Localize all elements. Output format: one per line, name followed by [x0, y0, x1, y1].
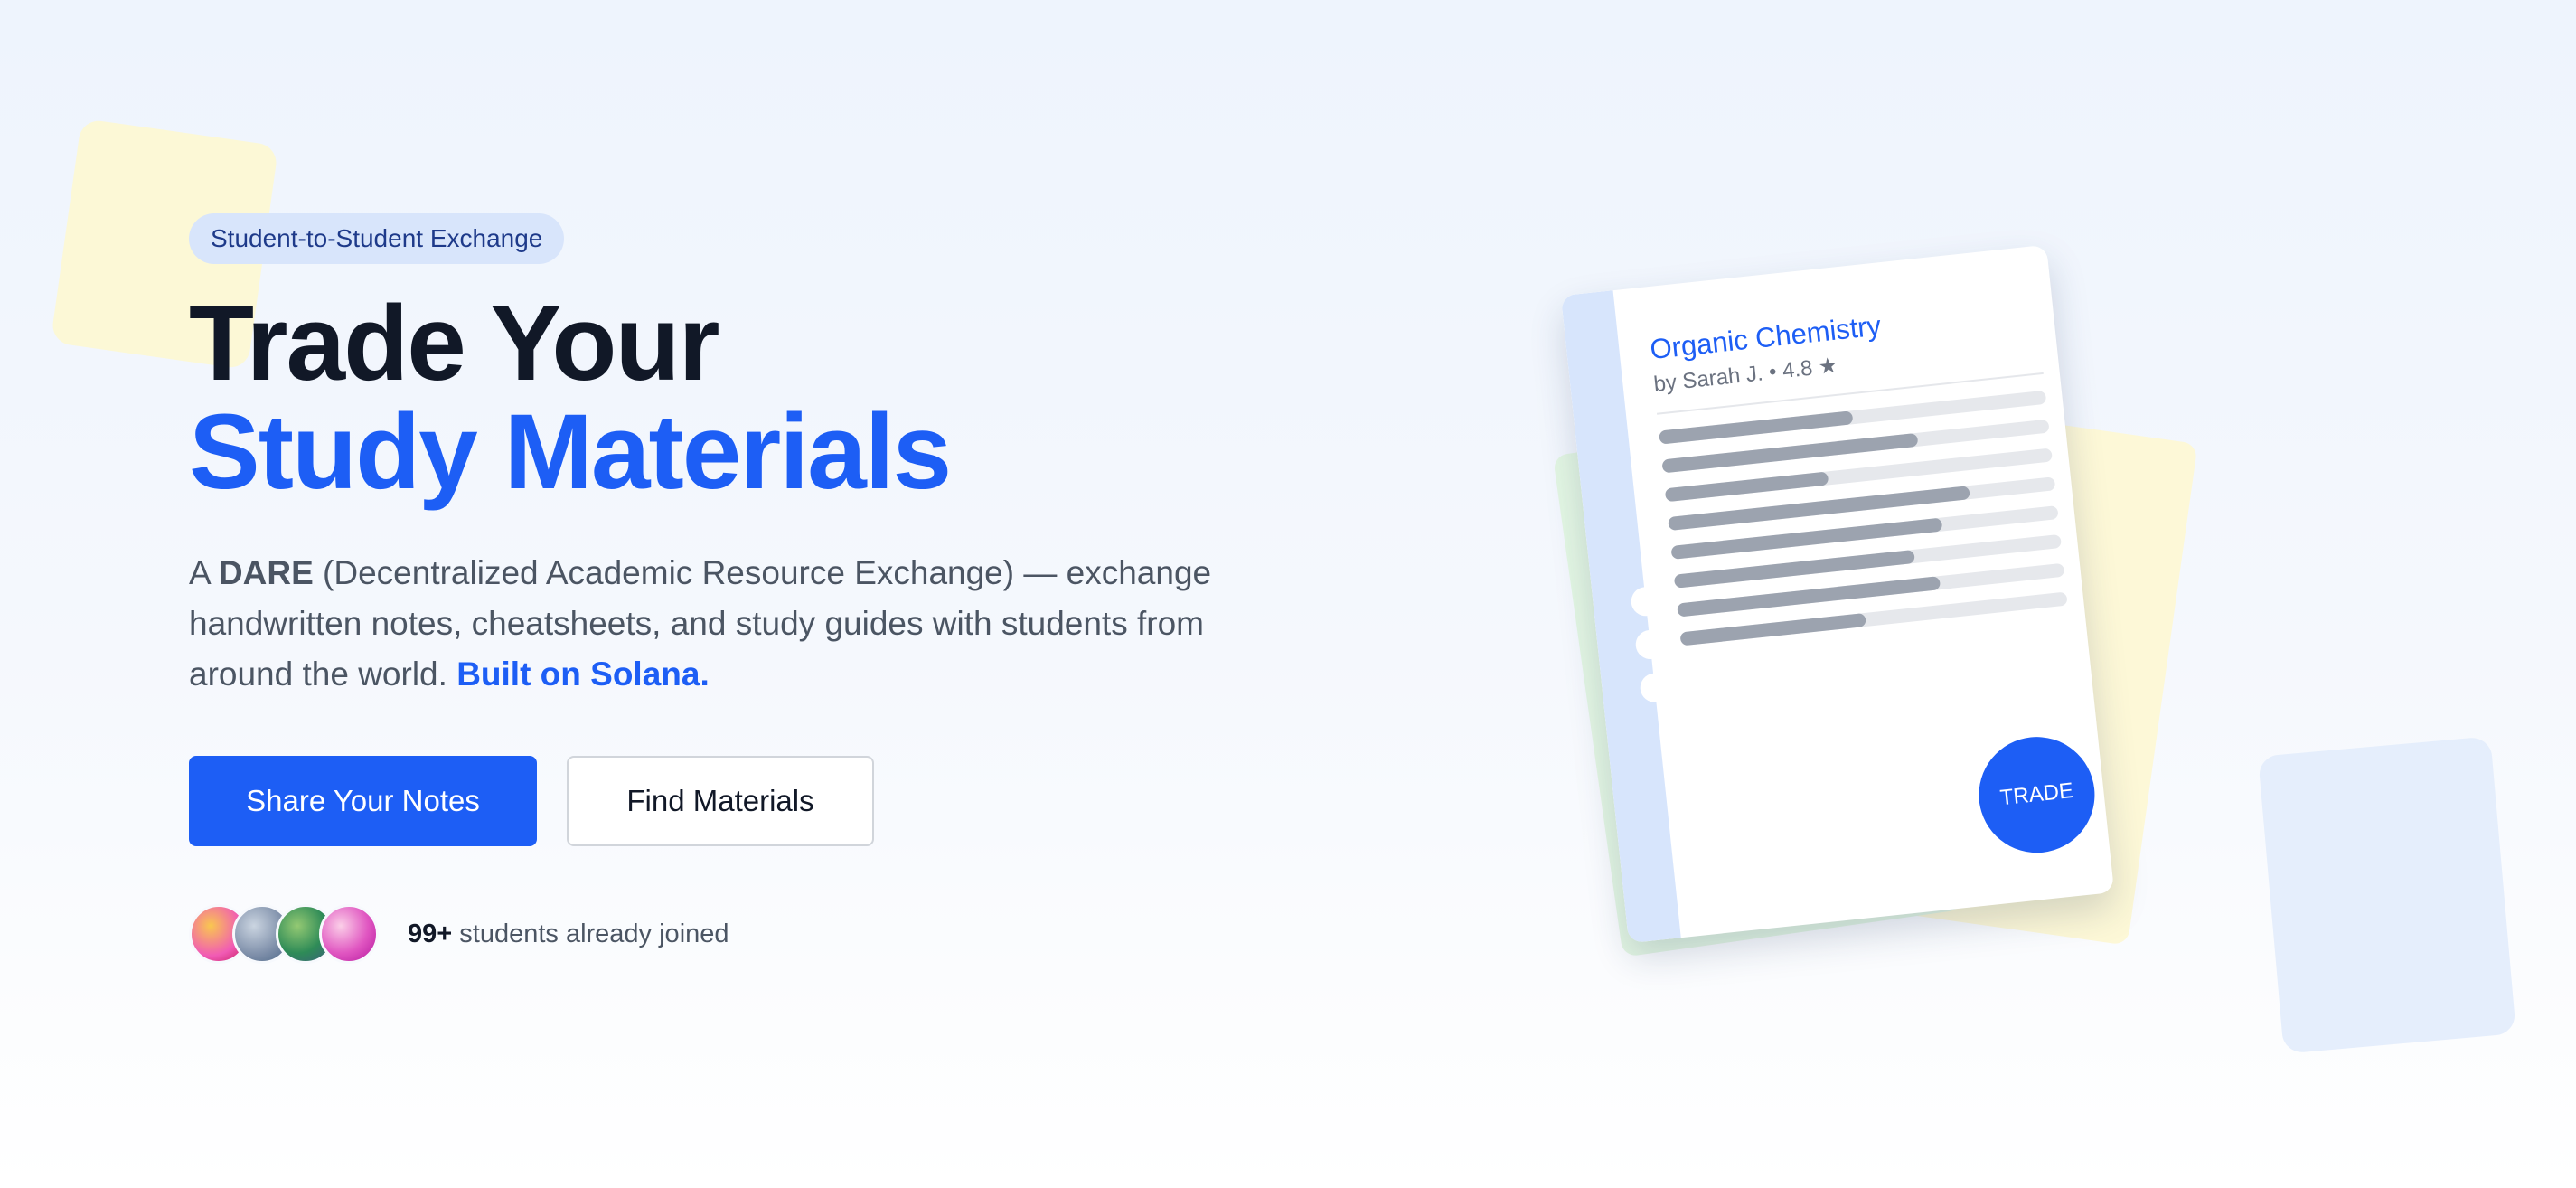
note-line-fill — [1679, 612, 1867, 646]
desc-brand: DARE — [218, 554, 314, 591]
note-card: Organic Chemistry by Sarah J. • 4.8 ★ TR… — [1560, 244, 2115, 944]
card-title: Organic Chemistry — [1648, 309, 1883, 366]
handwriting-lines — [1659, 390, 2069, 662]
trade-button[interactable]: TRADE — [1973, 731, 2101, 859]
note-line-fill — [1659, 410, 1854, 445]
social-proof: 99+ students already joined — [189, 904, 1274, 964]
hero-title: Trade Your Study Materials — [189, 289, 1274, 506]
note-line-fill — [1664, 471, 1829, 503]
hero-actions: Share Your Notes Find Materials — [189, 756, 1274, 846]
hero-badge: Student-to-Student Exchange — [189, 213, 565, 264]
avatar — [319, 904, 379, 964]
hero-description: A DARE (Decentralized Academic Resource … — [189, 548, 1228, 700]
joined-label: students already joined — [452, 919, 729, 948]
hero-title-line-2: Study Materials — [189, 392, 952, 512]
share-notes-button[interactable]: Share Your Notes — [189, 756, 537, 846]
find-materials-button[interactable]: Find Materials — [567, 756, 874, 846]
desc-highlight: Built on Solana. — [456, 655, 710, 693]
decorative-blue-note — [2258, 736, 2516, 1054]
hero-section: Student-to-Student Exchange Trade Your S… — [189, 213, 1274, 964]
avatar-group — [189, 904, 379, 964]
notes-illustration: H Organic Chemistry by Sarah J. • 4.8 ★ … — [1552, 244, 2198, 963]
desc-prefix: A — [189, 554, 219, 591]
joined-text: 99+ students already joined — [408, 919, 729, 949]
hero-title-line-1: Trade Your — [189, 284, 720, 403]
joined-count: 99+ — [408, 919, 453, 948]
